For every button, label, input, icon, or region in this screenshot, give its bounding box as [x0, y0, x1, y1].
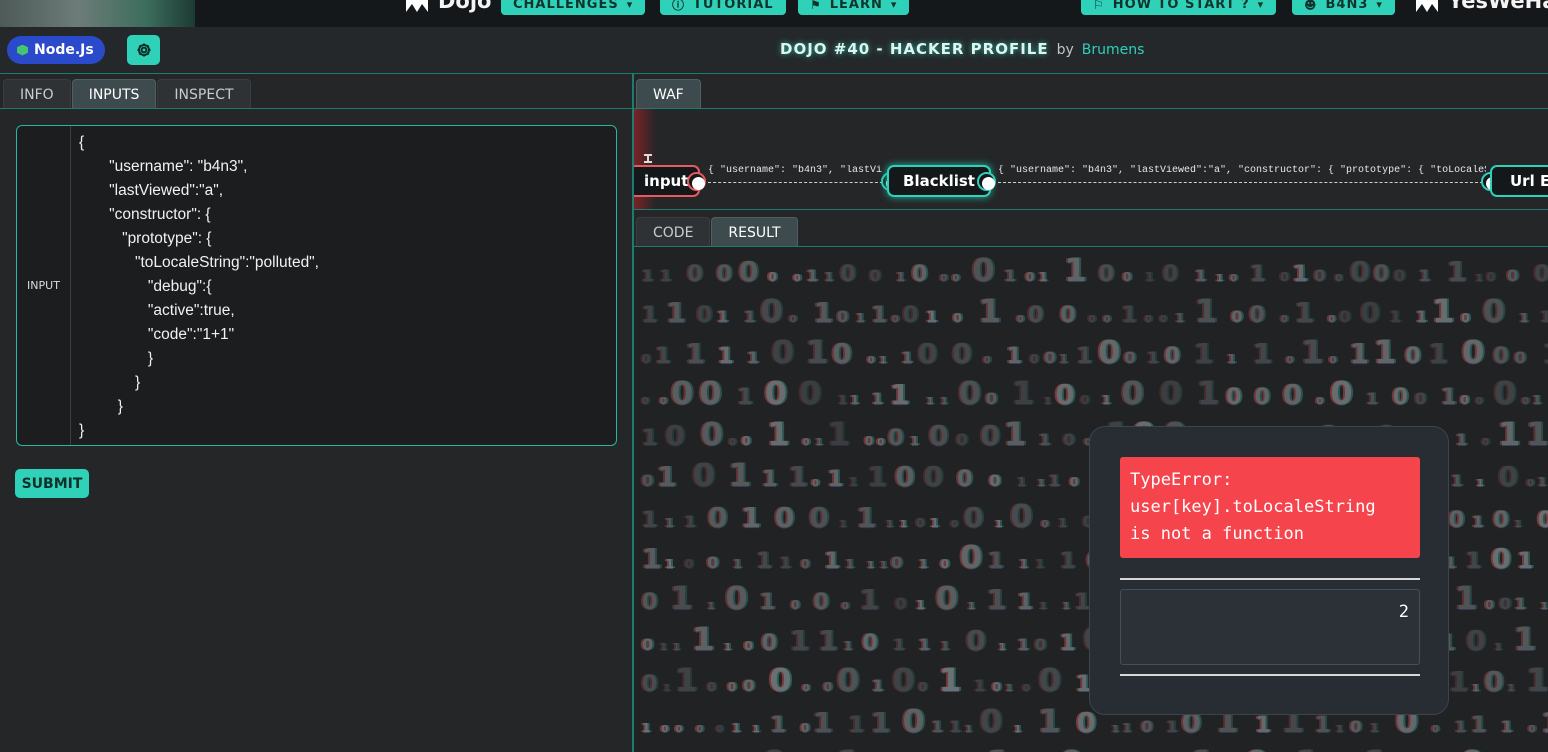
challenge-header: Node.Js DOJO #40 - HACKER PROFILE by Bru…: [0, 27, 1548, 74]
left-panel: INFO INPUTS INSPECT INPUT { "username": …: [0, 74, 634, 752]
right-panel: WAF input { "username": "b4n3", "lastVi …: [634, 74, 1548, 752]
user-label: B4N3: [1325, 0, 1369, 12]
tab-inputs[interactable]: INPUTS: [71, 79, 157, 109]
input-output-port[interactable]: [687, 172, 706, 191]
challenges-label: CHALLENGES: [513, 0, 619, 12]
top-navigation: Dojo CHALLENGES ▾ ⓘ TUTORIAL ⚑ LEARN ▾ ⚐…: [0, 0, 1548, 27]
result-tabs: CODE RESULT: [636, 217, 798, 247]
yeswehack-name: YesWeHack: [1448, 0, 1548, 13]
header-hero-image: [0, 0, 195, 27]
edge-label: { "username": "b4n3", "lastVi: [708, 165, 883, 176]
pipeline-edge: [998, 182, 1488, 183]
how-to-start-label: HOW TO START ?: [1112, 0, 1250, 12]
result-card: TypeError: user[key].toLocaleString is n…: [1089, 426, 1449, 715]
left-tabs: INFO INPUTS INSPECT: [3, 79, 251, 109]
submit-button[interactable]: SUBMIT: [15, 469, 89, 498]
binary-row: 1101100101100101000001001100010001110011…: [642, 292, 1548, 330]
info-circle-icon: ⓘ: [672, 0, 686, 12]
error-message: TypeError: user[key].toLocaleString is n…: [1120, 457, 1420, 558]
tab-result[interactable]: RESULT: [711, 217, 798, 247]
pipeline-edge: [708, 182, 888, 183]
yeswehack-logo[interactable]: YesWeHack: [1414, 0, 1548, 14]
graduation-cap-icon: ⚑: [810, 0, 822, 12]
binary-row: 0000100111111001100100100000100100001110…: [642, 374, 1542, 412]
edge-label: { "username": "b4n3", "lastViewed":"a", …: [998, 165, 1486, 176]
waf-pipeline[interactable]: input { "username": "b4n3", "lastVi Blac…: [634, 109, 1548, 209]
tab-code[interactable]: CODE: [636, 217, 711, 247]
page-title: DOJO #40 - HACKER PROFILE: [780, 40, 1049, 58]
brand-name: Dojo: [438, 0, 492, 13]
input-editor[interactable]: INPUT { "username": "b4n3", "lastViewed"…: [16, 125, 617, 446]
pipeline-divider: [634, 209, 1548, 210]
challenges-menu-button[interactable]: CHALLENGES ▾: [501, 0, 646, 15]
result-divider: [1120, 578, 1420, 580]
gear-icon: [137, 43, 150, 57]
chevron-down-icon: ▾: [626, 0, 634, 11]
how-to-start-menu-button[interactable]: ⚐ HOW TO START ? ▾: [1081, 0, 1277, 15]
tab-info[interactable]: INFO: [3, 79, 71, 109]
settings-button[interactable]: [127, 35, 160, 65]
binary-row: 1100000110010000101100101101010000011100…: [642, 251, 1548, 289]
by-label: by: [1056, 42, 1074, 58]
learn-label: LEARN: [829, 0, 883, 12]
tutorial-label: TUTORIAL: [693, 0, 774, 12]
learn-menu-button[interactable]: ⚑ LEARN ▾: [798, 0, 910, 15]
tutorial-button[interactable]: ⓘ TUTORIAL: [660, 0, 786, 15]
output-box: 2: [1120, 589, 1420, 665]
input-code[interactable]: { "username": "b4n3", "lastViewed":"a", …: [79, 131, 319, 443]
binary-row: 0010001111000110001001110010011000001101…: [642, 743, 1548, 752]
author-link[interactable]: Brumens: [1082, 42, 1145, 58]
result-divider: [1120, 674, 1420, 676]
chevron-down-icon: ▾: [1257, 0, 1265, 11]
chevron-down-icon: ▾: [1376, 0, 1383, 11]
text-cursor-icon: [644, 154, 652, 163]
node-label-blacklist: Blacklist: [903, 172, 975, 190]
user-menu-button[interactable]: ☻ B4N3 ▾: [1292, 0, 1395, 15]
language-badge[interactable]: Node.Js: [7, 36, 105, 64]
nodejs-icon: [17, 44, 28, 56]
tab-waf[interactable]: WAF: [636, 79, 701, 109]
node-label-input: input: [644, 172, 689, 190]
pipeline-node-blacklist[interactable]: Blacklist: [887, 165, 991, 197]
chevron-down-icon: ▾: [890, 0, 898, 11]
tab-inspect[interactable]: INSPECT: [157, 79, 251, 109]
dojo-logo[interactable]: Dojo: [404, 0, 491, 14]
yeswehack-logo-icon: [1416, 0, 1438, 12]
language-label: Node.Js: [34, 42, 94, 58]
flag-icon: ⚐: [1093, 0, 1105, 12]
output-value: 2: [1398, 602, 1409, 622]
blacklist-output-port[interactable]: [977, 172, 996, 191]
dojo-logo-icon: [406, 0, 428, 12]
node-label-url-encode: Url En: [1510, 172, 1548, 190]
input-gutter-label: INPUT: [17, 126, 71, 445]
waf-tabs: WAF: [636, 79, 701, 109]
binary-row: 0111101001100010011001011101011010001001…: [642, 333, 1548, 371]
tab-divider: [0, 108, 632, 109]
user-icon: ☻: [1304, 0, 1318, 12]
pipeline-node-url-encode[interactable]: Url En: [1490, 165, 1548, 197]
challenge-title: DOJO #40 - HACKER PROFILE by Brumens: [780, 40, 1144, 58]
